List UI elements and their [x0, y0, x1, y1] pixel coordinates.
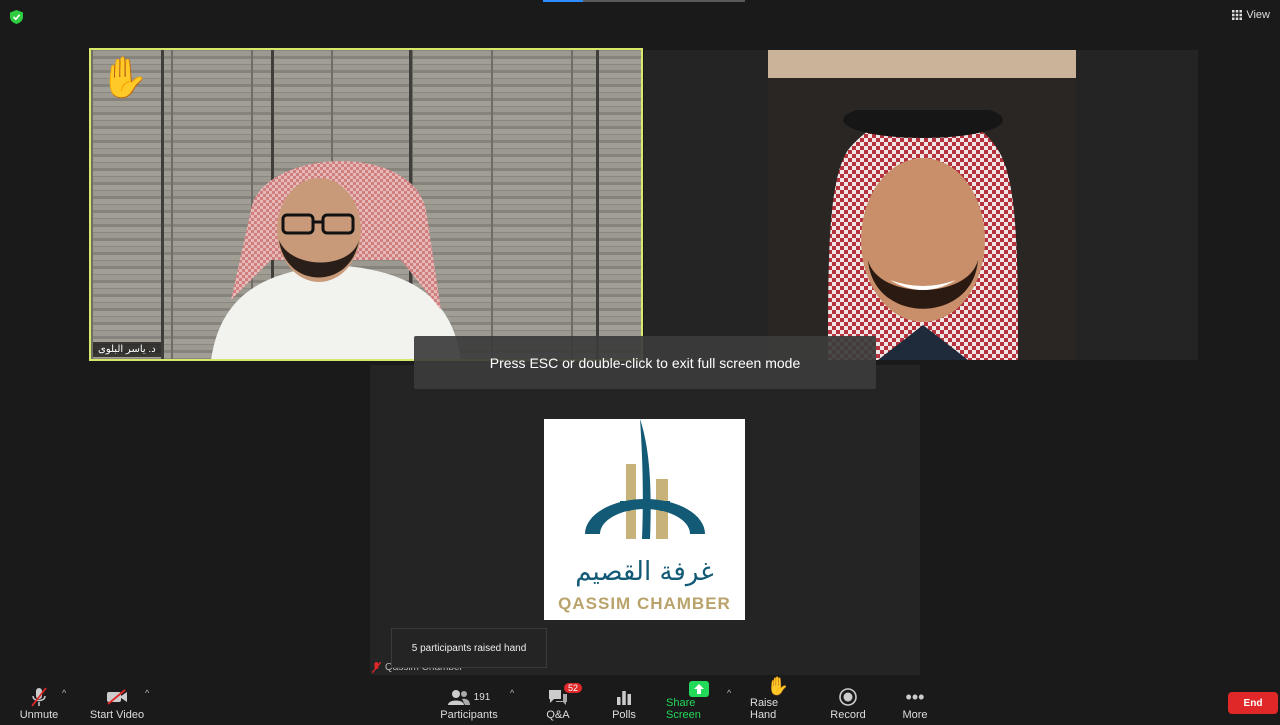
logo-arabic-text: غرفة القصيم	[575, 557, 714, 587]
fullscreen-notice: Press ESC or double-click to exit full s…	[414, 336, 876, 389]
participant-name: د. ياسر البلوى	[93, 342, 161, 357]
participants-label: Participants	[440, 709, 498, 721]
share-screen-icon	[689, 680, 709, 697]
meeting-progress-fill	[543, 0, 584, 2]
wall-seam	[161, 50, 164, 359]
more-button[interactable]: ••• More	[894, 680, 936, 725]
participant-figure	[828, 110, 1018, 360]
polls-button[interactable]: Polls	[604, 680, 644, 725]
meeting-progress-bar	[543, 0, 745, 2]
mic-muted-icon	[31, 687, 47, 707]
raise-hand-icon: ✋	[766, 676, 790, 696]
raised-hands-popup[interactable]: 5 participants raised hand	[391, 628, 547, 668]
meeting-toolbar: Unmute ^ Start Video ^ 191 Participants …	[0, 676, 1280, 725]
qa-badge: 52	[564, 683, 583, 693]
audio-options-caret[interactable]: ^	[62, 688, 66, 698]
mic-muted-icon	[372, 662, 381, 673]
photo-background	[768, 50, 1076, 78]
polls-label: Polls	[612, 709, 636, 721]
share-options-caret[interactable]: ^	[727, 688, 731, 698]
view-label: View	[1246, 9, 1270, 21]
view-button[interactable]: View	[1232, 9, 1270, 21]
unmute-button[interactable]: Unmute	[14, 680, 64, 725]
logo-english-text: QASSIM CHAMBER	[558, 594, 731, 613]
unmute-label: Unmute	[19, 709, 59, 721]
shield-icon[interactable]	[10, 10, 23, 24]
gear-tower-icon	[585, 419, 705, 539]
participants-options-caret[interactable]: ^	[510, 688, 514, 698]
share-screen-button[interactable]: Share Screen	[666, 680, 732, 725]
video-options-caret[interactable]: ^	[145, 688, 149, 698]
participant-figure	[211, 161, 461, 359]
share-screen-label: Share Screen	[666, 697, 701, 721]
video-off-icon	[107, 689, 127, 705]
qa-label: Q&A	[546, 709, 570, 721]
record-label: Record	[830, 709, 866, 721]
participants-icon	[447, 690, 470, 705]
more-label: More	[902, 709, 928, 721]
start-video-label: Start Video	[89, 709, 145, 721]
record-button[interactable]: Record	[826, 680, 870, 725]
raised-hand-icon: ✋	[99, 56, 149, 100]
start-video-button[interactable]: Start Video	[86, 680, 148, 725]
more-icon: •••	[905, 686, 925, 707]
grid-icon	[1232, 10, 1243, 20]
participants-button[interactable]: 191 Participants	[440, 680, 498, 725]
video-tile-1[interactable]: ✋ د. ياسر البلوى	[89, 48, 643, 361]
polls-icon	[617, 691, 631, 705]
video-tile-2[interactable]	[644, 50, 1198, 360]
video-feed	[768, 50, 1076, 360]
wall-seam	[596, 50, 599, 359]
top-bar: View	[0, 0, 1280, 30]
end-meeting-button[interactable]: End	[1228, 692, 1278, 714]
participants-count: 191	[473, 691, 491, 703]
raise-hand-button[interactable]: ✋ Raise Hand	[750, 676, 806, 725]
record-icon	[839, 688, 857, 706]
raise-hand-label: Raise Hand	[750, 697, 779, 721]
qassim-chamber-logo: غرفة القصيم QASSIM CHAMBER	[544, 419, 745, 620]
